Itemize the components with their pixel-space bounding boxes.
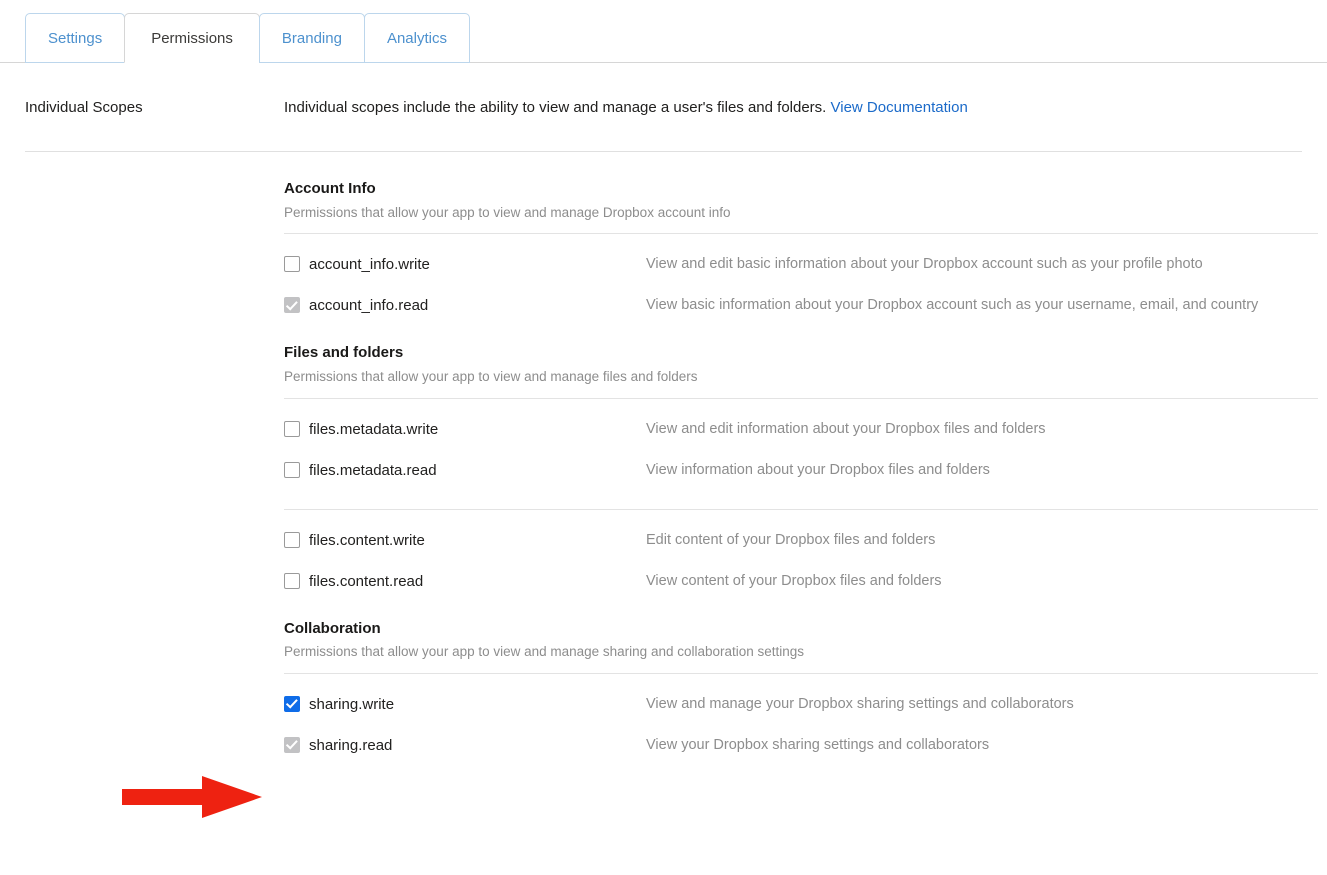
scope-name: account_info.read [309, 297, 429, 315]
permission-group-files-and-folders: Files and folders Permissions that allow… [284, 316, 1318, 591]
tab-branding-label: Branding [281, 29, 342, 47]
red-arrow-annotation-icon [122, 776, 262, 818]
tab-analytics[interactable]: Analytics [363, 13, 470, 63]
checkbox-files-metadata-write[interactable] [284, 420, 300, 437]
scope-name: sharing.write [309, 695, 395, 713]
scope-row: files.metadata.read View information abo… [284, 440, 1318, 481]
checkbox-files-content-write[interactable] [284, 531, 300, 548]
checkbox-account-info-read [284, 297, 300, 314]
tab-settings[interactable]: Settings [25, 13, 126, 63]
scope-name: files.content.write [309, 531, 425, 549]
scope-description: View and edit basic information about yo… [646, 256, 1203, 273]
scope-name: files.metadata.read [309, 461, 437, 479]
individual-scopes-description: Individual scopes include the ability to… [284, 99, 968, 117]
group-subtitle: Permissions that allow your app to view … [284, 199, 1318, 235]
scope-description: View your Dropbox sharing settings and c… [646, 736, 990, 753]
scope-name: files.content.read [309, 572, 424, 590]
permission-group-collaboration: Collaboration Permissions that allow you… [284, 592, 1318, 756]
scope-left: files.content.read [284, 572, 646, 590]
tab-settings-label: Settings [48, 29, 103, 47]
tab-permissions[interactable]: Permissions [124, 13, 260, 63]
scope-row: account_info.read View basic information… [284, 275, 1318, 316]
scope-row: files.content.write Edit content of your… [284, 510, 1318, 551]
scope-description: View and manage your Dropbox sharing set… [646, 695, 1074, 712]
scope-name: sharing.read [309, 736, 393, 754]
scope-name: account_info.write [309, 256, 430, 274]
group-title: Collaboration [284, 619, 381, 637]
checkbox-sharing-write[interactable] [284, 695, 300, 712]
scope-description: View and edit information about your Dro… [646, 420, 1046, 437]
scope-description: Edit content of your Dropbox files and f… [646, 531, 936, 548]
scope-row: sharing.write View and manage your Dropb… [284, 674, 1318, 715]
tab-branding[interactable]: Branding [258, 13, 365, 63]
checkbox-account-info-write[interactable] [284, 256, 300, 273]
scope-left: sharing.write [284, 695, 646, 713]
individual-scopes-description-text: Individual scopes include the ability to… [284, 99, 827, 116]
individual-scopes-label: Individual Scopes [25, 99, 143, 116]
scope-name: files.metadata.write [309, 420, 439, 438]
view-documentation-link[interactable]: View Documentation [831, 99, 968, 116]
tab-bar: Settings Permissions Branding Analytics [0, 0, 1327, 63]
group-title: Account Info [284, 180, 376, 197]
permission-groups: Account Info Permissions that allow your… [0, 152, 1327, 756]
checkbox-sharing-read [284, 736, 300, 753]
checkbox-files-content-read[interactable] [284, 572, 300, 589]
scope-left: files.content.write [284, 531, 646, 549]
scope-row: account_info.write View and edit basic i… [284, 234, 1318, 275]
scope-left: account_info.write [284, 255, 646, 273]
scope-left: files.metadata.read [284, 461, 646, 479]
group-title: Files and folders [284, 344, 404, 362]
checkbox-files-metadata-read[interactable] [284, 461, 300, 478]
tab-permissions-label: Permissions [151, 29, 233, 47]
permission-group-account-info: Account Info Permissions that allow your… [284, 152, 1318, 316]
scope-row: files.metadata.write View and edit infor… [284, 399, 1318, 440]
tab-analytics-label: Analytics [386, 29, 447, 47]
scope-description: View information about your Dropbox file… [646, 461, 990, 478]
scope-row: sharing.read View your Dropbox sharing s… [284, 715, 1318, 756]
scope-description: View content of your Dropbox files and f… [646, 572, 942, 589]
group-subtitle: Permissions that allow your app to view … [284, 363, 1318, 399]
group-subtitle: Permissions that allow your app to view … [284, 638, 1318, 674]
scope-description: View basic information about your Dropbo… [646, 297, 1259, 314]
scope-left: files.metadata.write [284, 420, 646, 438]
scope-row: files.content.read View content of your … [284, 551, 1318, 592]
scope-left: sharing.read [284, 736, 646, 754]
individual-scopes-header: Individual Scopes Individual scopes incl… [25, 63, 1302, 152]
scope-left: account_info.read [284, 296, 646, 314]
